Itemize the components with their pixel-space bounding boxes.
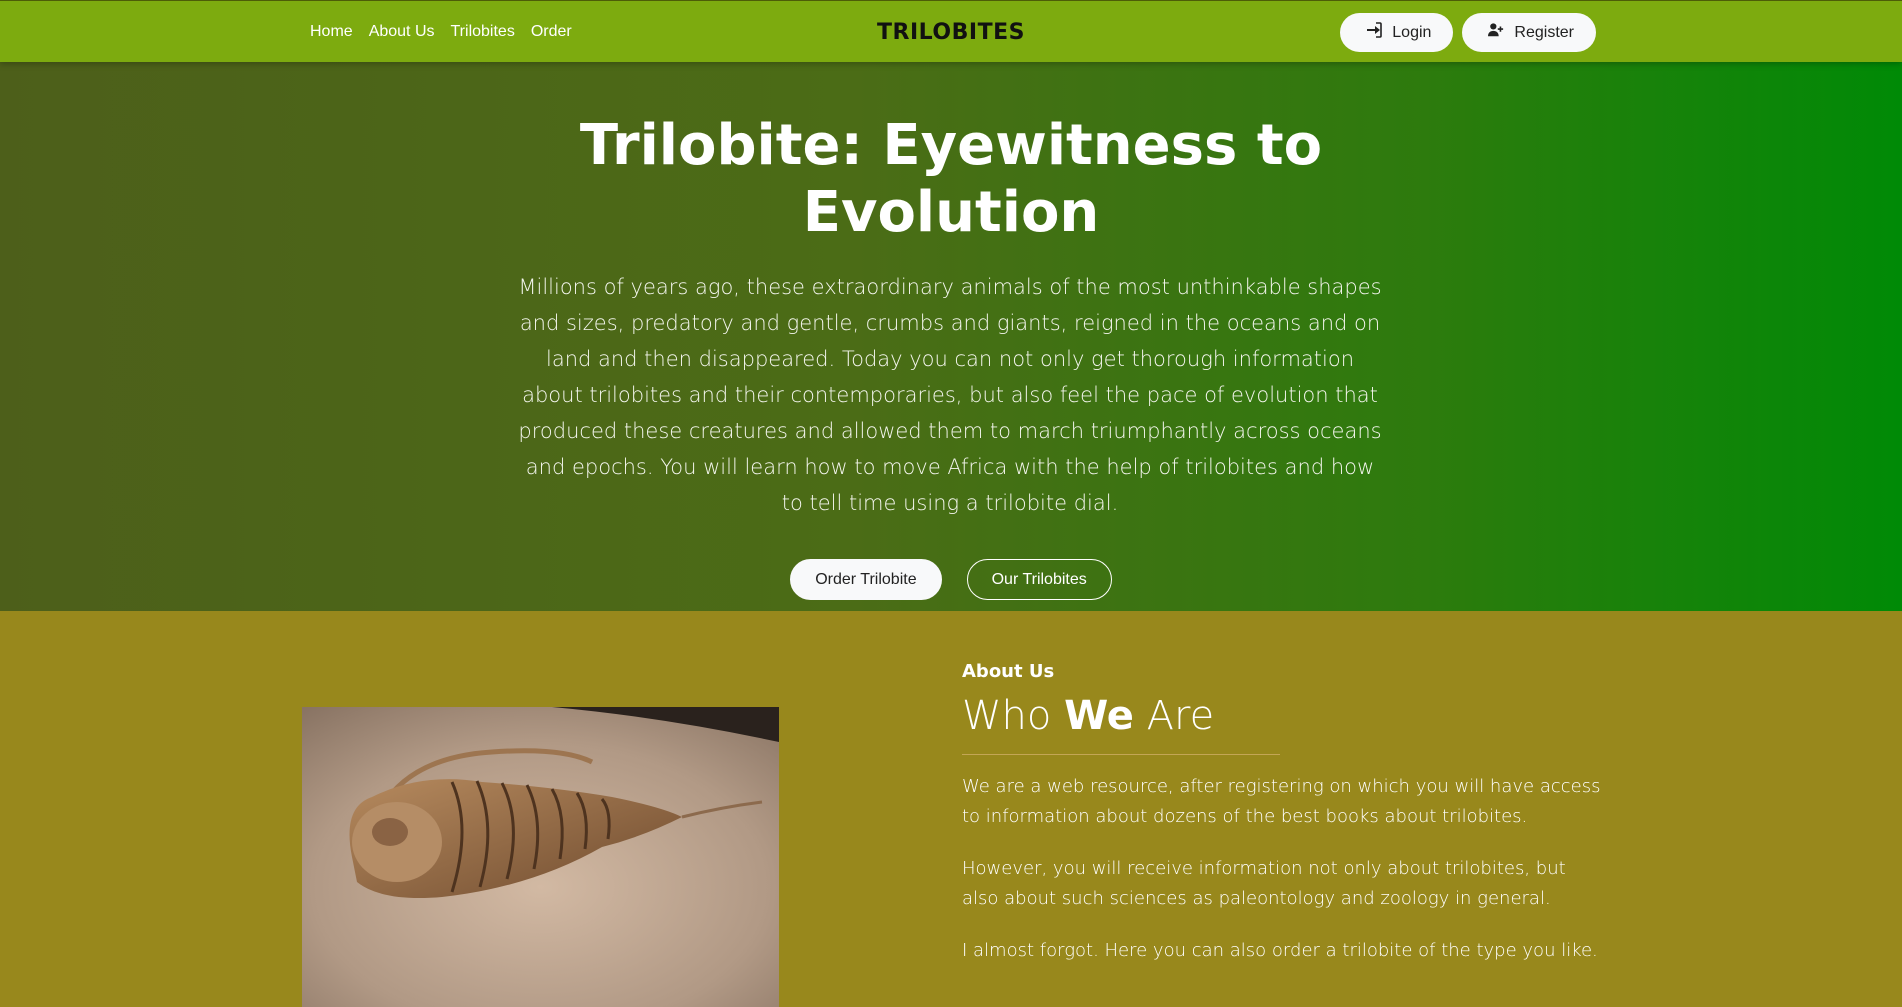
hero-buttons: Order Trilobite Our Trilobites: [0, 559, 1902, 600]
about-heading-bold: We: [1064, 693, 1134, 739]
auth-buttons: Login Register: [1340, 13, 1596, 52]
sign-in-icon: [1366, 22, 1383, 43]
nav-link-order[interactable]: Order: [531, 23, 572, 41]
nav-links: Home About Us Trilobites Order: [310, 1, 572, 63]
hero-title-line-2: Evolution: [802, 180, 1100, 245]
hero-title: Trilobite: Eyewitness to Evolution: [0, 112, 1902, 246]
brand-wrapper: TRILOBITES: [0, 20, 1902, 45]
login-button[interactable]: Login: [1340, 13, 1454, 52]
heading-divider: [962, 754, 1280, 755]
brand-logo-text[interactable]: TRILOBITES: [877, 20, 1025, 45]
register-button[interactable]: Register: [1462, 13, 1596, 52]
navbar: Home About Us Trilobites Order TRILOBITE…: [0, 0, 1902, 62]
about-section: About Us Who We Are We are a web resourc…: [0, 611, 1902, 1007]
about-paragraph-2: However, you will receive information no…: [962, 858, 1566, 909]
user-plus-icon: [1488, 22, 1504, 43]
our-trilobites-button[interactable]: Our Trilobites: [966, 559, 1112, 600]
about-heading: Who We Are: [962, 693, 1214, 739]
order-trilobite-button[interactable]: Order Trilobite: [790, 559, 942, 600]
hero-description: Millions of years ago, these extraordina…: [518, 275, 1382, 515]
hero-title-line-1: Trilobite: Eyewitness to: [579, 113, 1323, 178]
about-eyebrow: About Us: [962, 661, 1055, 682]
nav-link-home[interactable]: Home: [310, 23, 353, 41]
login-label: Login: [1392, 23, 1432, 41]
register-label: Register: [1514, 23, 1574, 41]
hero-section: Trilobite: Eyewitness to Evolution Milli…: [0, 62, 1902, 611]
about-heading-post: Are: [1133, 693, 1215, 739]
about-paragraph-1: We are a web resource, after registering…: [962, 776, 1601, 827]
nav-link-about-us[interactable]: About Us: [369, 23, 435, 41]
nav-link-trilobites[interactable]: Trilobites: [451, 23, 515, 41]
about-heading-pre: Who: [962, 693, 1065, 739]
trilobite-fossil-image: [302, 707, 779, 1007]
